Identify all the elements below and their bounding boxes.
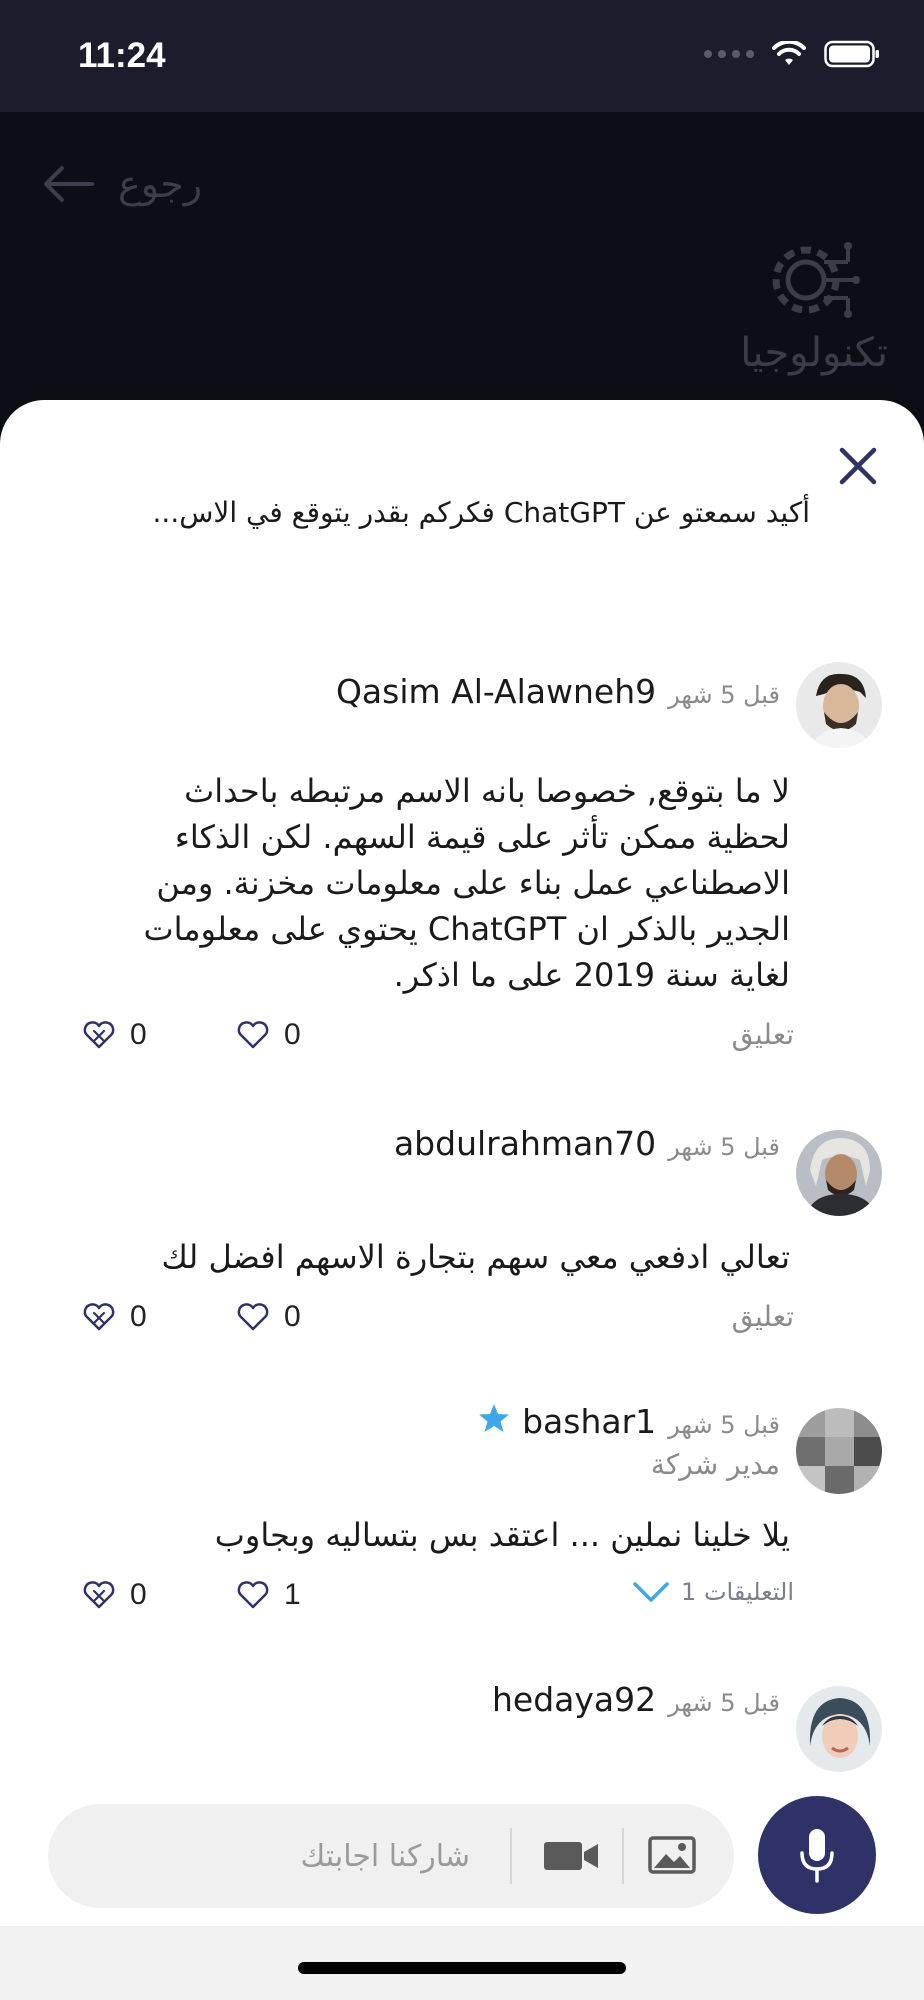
microphone-icon — [800, 1829, 834, 1883]
status-time: 11:24 — [78, 36, 166, 75]
dislike-button[interactable]: 0 — [82, 1018, 147, 1052]
like-button[interactable]: 1 — [236, 1578, 301, 1612]
reply-button[interactable]: تعليق — [732, 1018, 794, 1051]
divider — [510, 1828, 512, 1884]
comment-actions: التعليقات 1 1 0 — [0, 1578, 924, 1624]
replies-count-label: التعليقات 1 — [681, 1578, 794, 1606]
chevron-down-icon — [633, 1582, 669, 1602]
image-icon — [648, 1836, 696, 1874]
post-title: أكيد سمعتو عن ChatGPT فكركم بقدر يتوقع ف… — [152, 496, 810, 529]
composer-input-wrap — [48, 1804, 734, 1908]
like-count: 0 — [284, 1018, 301, 1051]
comment-text: لا ما بتوقع, خصوصا بانه الاسم مرتبطه باح… — [70, 768, 790, 998]
microphone-button[interactable] — [758, 1796, 876, 1914]
avatar[interactable] — [796, 1130, 882, 1216]
reply-button[interactable]: تعليق — [732, 1300, 794, 1333]
like-button[interactable]: 0 — [236, 1018, 301, 1052]
status-icons — [704, 40, 880, 68]
comment-line: الاصطناعي عمل بناء على معلومات مخزنة. وم… — [156, 864, 790, 902]
broken-heart-icon — [83, 1581, 115, 1609]
back-button[interactable]: رجوع — [40, 162, 202, 206]
comment-meta: bashar1 قبل 5 شهر — [478, 1402, 780, 1441]
comment-text: يلا خلينا نملين ... اعتقد بس بتساليه وبج… — [70, 1512, 790, 1558]
cellular-signal-icon — [704, 50, 754, 58]
video-camera-icon — [544, 1842, 598, 1870]
dislike-count: 0 — [130, 1018, 147, 1051]
broken-heart-icon — [83, 1021, 115, 1049]
attach-video-button[interactable] — [542, 1836, 602, 1876]
back-arrow-icon — [44, 166, 94, 202]
like-count: 1 — [284, 1578, 301, 1611]
comment-meta: abdulrahman70 قبل 5 شهر — [394, 1124, 780, 1163]
timestamp: قبل 5 شهر — [668, 1133, 780, 1161]
user-role: مدير شركة — [650, 1448, 780, 1481]
timestamp: قبل 5 شهر — [668, 681, 780, 709]
timestamp: قبل 5 شهر — [668, 1689, 780, 1717]
comment-line: تعالي ادفعي معي سهم بتجارة الاسهم افضل ل… — [161, 1238, 790, 1276]
comment-actions: تعليق 0 0 — [0, 1300, 924, 1346]
comment-line: الجدير بالذكر ان ChatGPT يحتوي على معلوم… — [143, 910, 790, 948]
comment-line: يلا خلينا نملين ... اعتقد بس بتساليه وبج… — [214, 1516, 790, 1554]
star-icon — [479, 1404, 510, 1432]
replies-toggle[interactable]: التعليقات 1 — [631, 1578, 794, 1606]
heart-icon — [237, 1021, 269, 1049]
avatar[interactable] — [796, 662, 882, 748]
avatar[interactable] — [796, 1686, 882, 1772]
circuit-gear-icon — [772, 242, 861, 318]
category-label: تكنولوجيا — [740, 330, 888, 376]
dislike-button[interactable]: 0 — [82, 1300, 147, 1334]
username[interactable]: abdulrahman70 — [394, 1124, 656, 1163]
dislike-count: 0 — [130, 1578, 147, 1611]
comment-line: لغاية سنة 2019 على ما اذكر. — [393, 956, 790, 994]
like-count: 0 — [284, 1300, 301, 1333]
username[interactable]: hedaya92 — [492, 1680, 656, 1719]
back-label: رجوع — [118, 162, 203, 206]
attach-image-button[interactable] — [648, 1834, 696, 1876]
avatar[interactable] — [796, 1408, 882, 1494]
comment-line: لا ما بتوقع, خصوصا بانه الاسم مرتبطه باح… — [184, 772, 790, 810]
broken-heart-icon — [83, 1303, 115, 1331]
comment-meta: Qasim Al-Alawneh9 قبل 5 شهر — [336, 672, 780, 711]
battery-icon — [824, 40, 879, 68]
comment-text: تعالي ادفعي معي سهم بتجارة الاسهم افضل ل… — [70, 1234, 790, 1280]
dislike-button[interactable]: 0 — [82, 1578, 147, 1612]
page-backdrop: رجوع تكنولوجيا — [0, 112, 924, 442]
timestamp: قبل 5 شهر — [668, 1411, 780, 1439]
status-bar: 11:24 — [0, 0, 924, 112]
heart-icon — [237, 1581, 269, 1609]
dislike-count: 0 — [130, 1300, 147, 1333]
comment-composer — [0, 1790, 924, 2000]
comment-meta: hedaya92 قبل 5 شهر — [492, 1680, 780, 1719]
home-indicator-area — [0, 1926, 924, 2000]
close-icon[interactable] — [832, 440, 884, 492]
divider — [622, 1828, 624, 1884]
category-header: تكنولوجيا — [740, 232, 888, 376]
comment-actions: تعليق 0 0 — [0, 1018, 924, 1064]
comment-line: لحظية ممكن تأثر على قيمة السهم. لكن الذك… — [174, 818, 790, 856]
wifi-icon — [772, 41, 806, 65]
comments-sheet: أكيد سمعتو عن ChatGPT فكركم بقدر يتوقع ف… — [0, 400, 924, 2000]
heart-icon — [237, 1303, 269, 1331]
username[interactable]: Qasim Al-Alawneh9 — [336, 672, 656, 711]
home-indicator[interactable] — [298, 1962, 626, 1974]
comment-input[interactable] — [130, 1824, 470, 1888]
like-button[interactable]: 0 — [236, 1300, 301, 1334]
username[interactable]: bashar1 — [522, 1402, 656, 1441]
